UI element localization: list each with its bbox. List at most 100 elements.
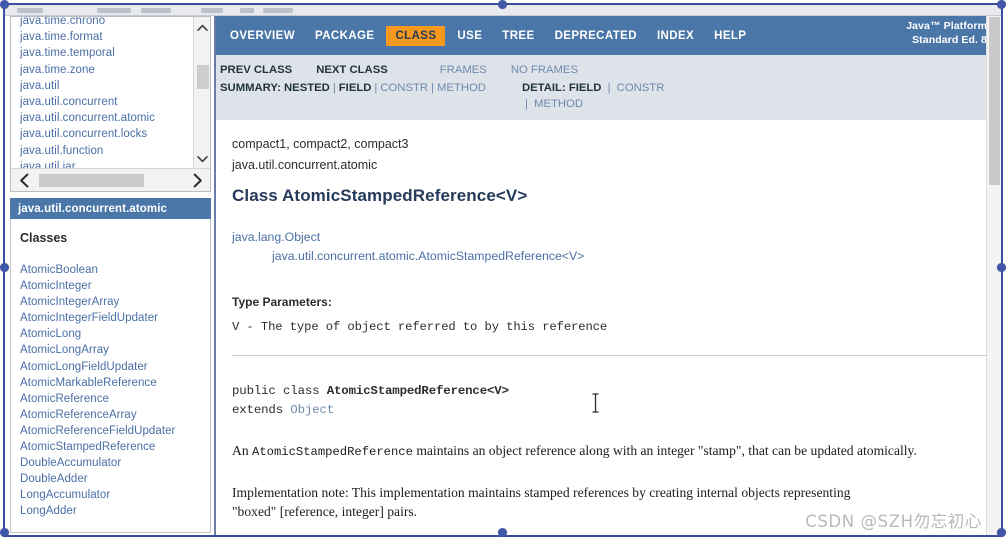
nav-package[interactable]: PACKAGE xyxy=(307,27,382,45)
decl-superclass-link[interactable]: Object xyxy=(290,403,334,417)
profiles-line: compact1, compact2, compact3 xyxy=(232,137,409,151)
scroll-up-icon[interactable] xyxy=(194,19,210,36)
declaration-line-2: extends Object xyxy=(232,401,1001,420)
separator: | xyxy=(524,98,528,110)
inheritance-root-link[interactable]: java.lang.Object xyxy=(232,228,1001,247)
class-description: An AtomicStampedReference maintains an o… xyxy=(232,441,974,462)
detail-field: FIELD xyxy=(568,82,602,94)
type-parameter-description: V - The type of object referred to by th… xyxy=(232,320,608,334)
summary-field: FIELD xyxy=(338,82,372,94)
detail-method-link[interactable]: METHOD xyxy=(534,98,583,110)
class-list-item[interactable]: LongAccumulator xyxy=(20,487,210,503)
decl-extends-keyword: extends xyxy=(232,403,291,417)
package-list-item[interactable]: java.util xyxy=(20,78,191,94)
class-list-item[interactable]: AtomicReferenceArray xyxy=(20,407,210,423)
no-frames-link[interactable]: NO FRAMES xyxy=(511,62,578,78)
summary-constr-link[interactable]: CONSTR xyxy=(380,80,428,96)
decl-modifiers: public class xyxy=(232,384,327,398)
package-list-scroll-thumb[interactable] xyxy=(197,65,209,89)
nav-tree[interactable]: TREE xyxy=(494,27,542,45)
prev-class-link[interactable]: PREV CLASS xyxy=(220,62,292,78)
chevron-right-icon[interactable] xyxy=(184,169,210,192)
class-list-panel[interactable]: Classes AtomicBoolean AtomicInteger Atom… xyxy=(10,219,211,533)
resize-handle-top-left[interactable] xyxy=(0,0,9,9)
resize-handle-bottom-right[interactable] xyxy=(997,528,1006,537)
detail-label: DETAIL: xyxy=(521,82,566,94)
description-prefix: An xyxy=(232,443,253,458)
package-list-horizontal-scrollbar[interactable] xyxy=(11,168,210,191)
package-list-item[interactable]: java.time.format xyxy=(20,29,191,45)
impl-note-line-1: Implementation note: This implementation… xyxy=(232,485,851,500)
frames-link[interactable]: FRAMES xyxy=(440,62,487,78)
package-list-panel[interactable]: java.time.chrono java.time.format java.t… xyxy=(10,16,211,192)
nav-help[interactable]: HELP xyxy=(706,27,754,45)
package-list-item[interactable]: java.time.temporal xyxy=(20,45,191,61)
selected-package-header: java.util.concurrent.atomic xyxy=(10,198,211,219)
separator: | xyxy=(431,82,434,94)
package-list-vertical-scrollbar[interactable] xyxy=(193,17,210,169)
class-list-item[interactable]: AtomicIntegerFieldUpdater xyxy=(20,310,210,326)
decl-class-name: AtomicStampedReference<V> xyxy=(326,384,509,398)
screenshot-root: java.time.chrono java.time.format java.t… xyxy=(0,0,1006,540)
description-suffix: maintains an object reference along with… xyxy=(412,443,917,458)
package-list-item[interactable]: java.util.function xyxy=(20,143,191,159)
class-list-item[interactable]: DoubleAdder xyxy=(20,471,210,487)
package-list-hscroll-thumb[interactable] xyxy=(39,173,144,187)
page-vertical-scrollbar[interactable] xyxy=(986,16,1001,537)
resize-handle-middle-right[interactable] xyxy=(997,263,1006,272)
page-scroll-thumb[interactable] xyxy=(989,17,1000,185)
resize-handle-top-center[interactable] xyxy=(498,0,507,9)
class-list-item[interactable]: AtomicReference xyxy=(20,391,210,407)
top-navigation-list: OVERVIEW PACKAGE CLASS USE TREE DEPRECAT… xyxy=(220,25,756,46)
class-list-item[interactable]: AtomicStampedReference xyxy=(20,439,210,455)
class-list-item[interactable]: AtomicBoolean xyxy=(20,262,210,278)
package-list-item[interactable]: java.util.concurrent.locks xyxy=(20,126,191,142)
resize-handle-bottom-left[interactable] xyxy=(0,528,9,537)
section-divider xyxy=(232,355,989,356)
scroll-down-icon[interactable] xyxy=(194,150,210,167)
inheritance-tree: java.lang.Object java.util.concurrent.at… xyxy=(232,228,1001,266)
javadoc-content-frame: OVERVIEW PACKAGE CLASS USE TREE DEPRECAT… xyxy=(216,16,1001,537)
package-list-item[interactable]: java.util.concurrent.atomic xyxy=(20,110,191,126)
brand-line-2: Standard Ed. 8 xyxy=(912,33,987,46)
separator: | xyxy=(374,82,378,94)
subnav-row-classes: PREV CLASS NEXT CLASS FRAMES NO FRAMES xyxy=(220,61,1001,79)
class-list-item[interactable]: AtomicIntegerArray xyxy=(20,294,210,310)
class-list-item[interactable]: DoubleAccumulator xyxy=(20,455,210,471)
class-list-item[interactable]: LongAdder xyxy=(20,503,210,519)
nav-overview[interactable]: OVERVIEW xyxy=(222,27,303,45)
package-line: java.util.concurrent.atomic xyxy=(232,158,378,172)
class-list-item[interactable]: AtomicMarkableReference xyxy=(20,375,210,391)
package-list-item[interactable]: java.time.zone xyxy=(20,62,191,78)
summary-method-link[interactable]: METHOD xyxy=(437,80,486,96)
class-list-item[interactable]: AtomicLongFieldUpdater xyxy=(20,359,210,375)
nav-class[interactable]: CLASS xyxy=(386,25,446,46)
nav-deprecated[interactable]: DEPRECATED xyxy=(547,27,645,45)
subnav-row-summary-detail: SUMMARY: NESTED | FIELD | CONSTR | METHO… xyxy=(220,79,1001,113)
brand-line-1: Java™ Platform xyxy=(906,20,987,32)
separator: | xyxy=(607,82,611,94)
nav-use[interactable]: USE xyxy=(449,27,490,45)
nav-index[interactable]: INDEX xyxy=(649,27,702,45)
java-platform-brand: Java™ Platform Standard Ed. 8 xyxy=(906,20,987,47)
package-list[interactable]: java.time.chrono java.time.format java.t… xyxy=(11,17,191,169)
detail-constr-link[interactable]: CONSTR xyxy=(617,82,665,94)
resize-handle-bottom-center[interactable] xyxy=(498,528,507,537)
summary-nested: NESTED xyxy=(284,82,330,94)
inheritance-current: java.util.concurrent.atomic.AtomicStampe… xyxy=(272,249,585,263)
separator: | xyxy=(332,82,336,94)
top-navigation-bar: OVERVIEW PACKAGE CLASS USE TREE DEPRECAT… xyxy=(216,16,1001,55)
resize-handle-top-right[interactable] xyxy=(997,0,1006,9)
class-list-item[interactable]: AtomicReferenceFieldUpdater xyxy=(20,423,210,439)
sub-navigation-bar: PREV CLASS NEXT CLASS FRAMES NO FRAMES S… xyxy=(216,55,1001,120)
class-list-item[interactable]: AtomicInteger xyxy=(20,278,210,294)
chevron-left-icon[interactable] xyxy=(11,169,37,192)
package-list-item[interactable]: java.time.chrono xyxy=(20,17,191,29)
resize-handle-middle-left[interactable] xyxy=(0,263,9,272)
next-class-link[interactable]: NEXT CLASS xyxy=(316,62,388,78)
watermark: CSDN @SZH勿忘初心 xyxy=(805,512,982,531)
class-list-item[interactable]: AtomicLongArray xyxy=(20,342,210,358)
class-declaration: public class AtomicStampedReference<V> e… xyxy=(232,382,1001,420)
package-list-item[interactable]: java.util.concurrent xyxy=(20,94,191,110)
class-list-item[interactable]: AtomicLong xyxy=(20,326,210,342)
